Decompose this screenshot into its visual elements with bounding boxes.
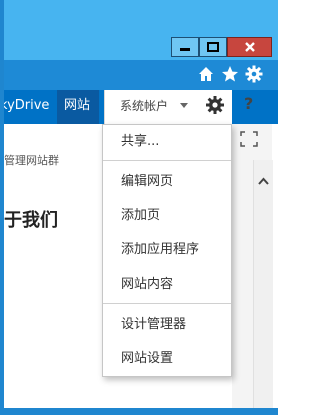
menu-divider [103,160,231,161]
window-frame-left [0,0,4,415]
settings-gear-icon [206,96,224,114]
focus-mode-icon[interactable] [239,130,259,148]
gear-icon[interactable] [244,64,264,84]
page-title: 于我们 [4,210,58,231]
menu-item-add-page[interactable]: 添加页 [121,207,160,225]
site-link[interactable]: 网站 [64,97,90,115]
skydrive-link[interactable]: kyDrive [0,97,49,115]
close-button[interactable] [227,37,272,57]
star-icon[interactable] [220,64,240,84]
menu-item-add-app[interactable]: 添加应用程序 [121,241,199,259]
home-icon[interactable] [196,64,216,84]
account-label: 系统帐户 [120,99,169,113]
minimize-button[interactable] [171,37,199,57]
vertical-scrollbar[interactable] [253,160,273,408]
chevron-down-icon [180,103,188,108]
menu-item-site-contents[interactable]: 网站内容 [121,276,173,294]
scroll-up-icon[interactable] [254,172,273,192]
menu-item-edit-page[interactable]: 编辑网页 [121,173,173,191]
window-frame-bottom [0,408,278,415]
menu-item-share[interactable]: 共享... [121,133,159,151]
help-button[interactable]: ? [244,94,253,114]
breadcrumb[interactable]: 管理网站群 [4,154,59,168]
settings-button[interactable] [198,90,232,124]
maximize-icon [207,42,219,52]
minimize-icon [180,48,190,51]
menu-item-site-settings[interactable]: 网站设置 [121,350,173,368]
maximize-button[interactable] [199,37,227,57]
menu-item-design-manager[interactable]: 设计管理器 [121,316,186,334]
close-icon [244,42,255,52]
menu-divider [103,303,231,304]
